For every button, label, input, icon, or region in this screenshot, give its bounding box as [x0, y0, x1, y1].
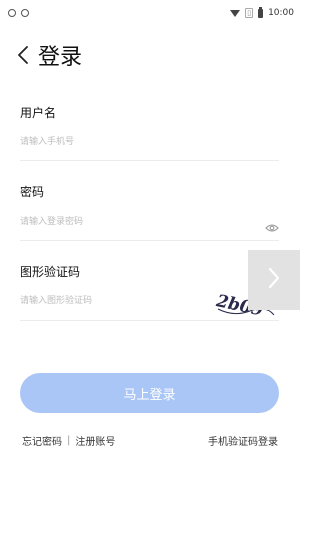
sms-login-link[interactable]: 手机验证码登录: [208, 433, 278, 448]
username-divider: [20, 160, 279, 161]
sim-icon: ▯: [245, 8, 254, 18]
register-link[interactable]: 注册账号: [75, 433, 115, 448]
status-indicators: ▯ 10:00: [230, 6, 294, 18]
password-divider: [20, 240, 279, 241]
page-title: 登录: [38, 45, 83, 70]
battery-icon: [258, 6, 264, 18]
status-bar: ▯ 10:00: [0, 0, 300, 30]
link-separator: |: [67, 435, 71, 446]
notification-ring-icon: [21, 9, 29, 17]
status-time: 10:00: [268, 8, 294, 18]
side-next-button[interactable]: [248, 250, 300, 310]
captcha-label: 图形验证码: [20, 265, 81, 279]
captcha-field-group: 图形验证码: [20, 263, 279, 321]
status-notifications: [8, 9, 29, 17]
password-field-group: 密码: [20, 183, 279, 241]
username-field-group: 用户名: [20, 104, 279, 161]
forgot-password-link[interactable]: 忘记密码: [22, 433, 62, 448]
account-links: 忘记密码 | 注册账号: [22, 433, 115, 448]
notification-ring-icon: [8, 9, 16, 17]
captcha-input[interactable]: [20, 290, 205, 312]
chevron-left-icon[interactable]: [16, 41, 36, 69]
username-input[interactable]: [20, 131, 279, 153]
password-label: 密码: [20, 185, 45, 199]
eye-icon[interactable]: [265, 218, 279, 237]
page-header: 登录: [16, 40, 82, 70]
login-button[interactable]: 马上登录: [20, 373, 279, 413]
username-label: 用户名: [20, 106, 57, 120]
wifi-icon: [230, 9, 241, 17]
password-input[interactable]: [20, 211, 255, 233]
chevron-right-icon: [267, 266, 281, 294]
